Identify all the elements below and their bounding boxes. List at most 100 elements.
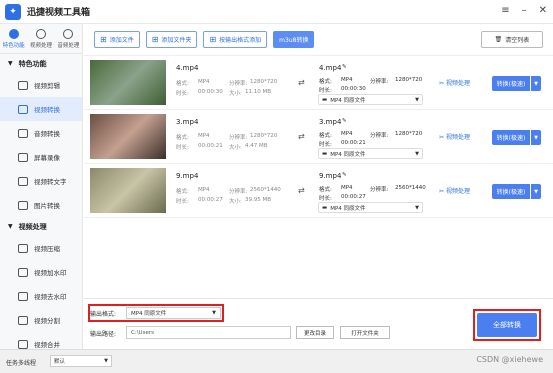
cut-icon (18, 80, 28, 90)
video-icon: ▬ (322, 150, 328, 157)
output-format-select[interactable]: ▬ MP4 同原文件 ▼ (318, 148, 423, 159)
select-value: MP4 同原文件 (330, 151, 366, 158)
tab-video[interactable]: 视频处理 (27, 24, 54, 53)
sidebar-item-label: 视频分割 (34, 317, 60, 325)
source-format-label: 格式: (176, 81, 189, 87)
sidebar-item-video-convert[interactable]: 视频转换 (0, 97, 82, 121)
source-filename: 3.mp4 (176, 118, 199, 126)
edit-icon[interactable]: ✎ (342, 118, 347, 124)
minimize-icon[interactable]: – (522, 5, 527, 16)
select-value: 默认 (54, 359, 66, 365)
section-title: 特色功能 (18, 59, 47, 68)
task-thread-select[interactable]: 默认 ▼ (50, 355, 112, 367)
sidebar: 特色功能 视频处理 音频处理 ▼ 特色功能 视频剪辑 视频转换 音频转换 屏幕录… (0, 24, 83, 349)
video-thumbnail[interactable] (90, 168, 166, 213)
sidebar-item-label: 视频转换 (34, 106, 60, 114)
video-process-link[interactable]: ✂ 视频处理 (439, 132, 470, 141)
section-video-processing[interactable]: ▼ 视频处理 (0, 217, 82, 236)
shuffle-icon: ⇄ (298, 186, 305, 195)
output-filename[interactable]: 9.mp4 (319, 172, 341, 180)
edit-icon[interactable]: ✎ (342, 64, 347, 70)
video-process-link[interactable]: ✂ 视频处理 (439, 78, 470, 87)
sidebar-item-image-convert[interactable]: 图片转换 (0, 193, 82, 217)
status-bar: 任务多线程 默认 ▼ CSDN @xiehewe (0, 349, 553, 373)
menu-icon[interactable]: ≡ (501, 5, 509, 16)
output-format: MP4 (341, 185, 353, 191)
output-format-select[interactable]: ▬ MP4 同原文件 ▼ (318, 94, 423, 105)
merge-icon (18, 339, 28, 349)
convert-button[interactable]: 转换(极速) (492, 76, 530, 91)
output-filename[interactable]: 4.mp4 (319, 64, 341, 72)
sidebar-item-add-watermark[interactable]: 视频加水印 (0, 260, 82, 284)
source-duration-label: 时长: (176, 199, 189, 205)
chevron-down-icon[interactable]: ▼ (531, 184, 541, 199)
convert-all-button[interactable]: 全部转换 (477, 313, 537, 337)
convert-button[interactable]: 转换(极速) (492, 184, 530, 199)
add-file-button[interactable]: ⊞ 添加文件 (94, 31, 140, 48)
output-resolution: 1280*720 (395, 131, 423, 137)
video-process-link[interactable]: ✂ 视频处理 (439, 186, 470, 195)
shuffle-icon: ⇄ (298, 132, 305, 141)
scissors-icon: ✂ (439, 188, 446, 195)
button-label: 按输出格式添加 (219, 37, 262, 44)
caret-down-icon: ▼ (8, 223, 13, 230)
source-resolution: 1280*720 (250, 79, 278, 85)
source-format: MP4 (198, 187, 210, 193)
record-icon (18, 152, 28, 162)
sidebar-item-label: 视频去水印 (34, 293, 67, 301)
sidebar-item-label: 视频合并 (34, 341, 60, 349)
convert-button[interactable]: 转换(极速) (492, 130, 530, 145)
add-by-format-button[interactable]: ⊞ 按输出格式添加 (203, 31, 268, 48)
m3u8-convert-button[interactable]: m3u8转换 (273, 31, 315, 48)
music-icon (18, 128, 28, 138)
chevron-down-icon: ▼ (104, 358, 108, 364)
open-folder-button[interactable]: 打开文件夹 (340, 326, 390, 339)
source-resolution-label: 分辨率: (229, 81, 248, 87)
chevron-down-icon[interactable]: ▼ (531, 130, 541, 145)
output-duration: 00:00:21 (341, 140, 366, 146)
edit-icon[interactable]: ✎ (342, 172, 347, 178)
sidebar-item-label: 视频加水印 (34, 269, 67, 277)
sidebar-item-video-split[interactable]: 视频分割 (0, 308, 82, 332)
button-label: m3u8转换 (279, 37, 309, 44)
change-directory-button[interactable]: 更改目录 (296, 326, 334, 339)
section-title: 视频处理 (18, 222, 47, 231)
source-format: MP4 (198, 79, 210, 85)
output-format-select[interactable]: ▬ MP4 同原文件 ▼ (318, 202, 423, 213)
app-title: 迅捷视频工具箱 (27, 8, 91, 18)
video-thumbnail[interactable] (90, 114, 166, 159)
sidebar-item-screen-record[interactable]: 屏幕录像 (0, 145, 82, 169)
toolbox-icon: ✦ (5, 3, 21, 20)
source-size: 4.47 MB (245, 143, 268, 149)
add-folder-button[interactable]: ⊞ 添加文件夹 (145, 31, 198, 48)
sidebar-item-video-to-text[interactable]: 视频转文字 (0, 169, 82, 193)
trash-icon: 🗑 (494, 36, 503, 43)
output-resolution: 1280*720 (395, 77, 423, 83)
source-size-label: 大小: (229, 145, 242, 151)
output-format: MP4 (341, 131, 353, 137)
sidebar-item-audio-convert[interactable]: 音频转换 (0, 121, 82, 145)
text-icon (18, 176, 28, 186)
watermark-icon (18, 267, 28, 277)
output-duration-label: 时长: (319, 196, 332, 202)
tab-feature[interactable]: 特色功能 (0, 24, 27, 53)
scissors-icon: ✂ (439, 80, 446, 87)
task-thread-label: 任务多线程 (6, 360, 37, 367)
video-thumbnail[interactable] (90, 60, 166, 105)
plus-icon: ⊞ (209, 35, 217, 44)
sidebar-item-video-edit[interactable]: 视频剪辑 (0, 73, 82, 97)
sidebar-item-video-compress[interactable]: 视频压缩 (0, 236, 82, 260)
sidebar-item-remove-watermark[interactable]: 视频去水印 (0, 284, 82, 308)
tab-audio[interactable]: 音频处理 (55, 24, 82, 53)
source-resolution: 1280*720 (250, 133, 278, 139)
output-path-label: 输出路径: (90, 331, 117, 338)
watermark-text: CSDN @xiehewe (476, 355, 543, 364)
output-duration: 00:00:30 (341, 86, 366, 92)
output-path-field[interactable]: C:\Users (126, 326, 291, 339)
clear-list-button[interactable]: 🗑 清空列表 (481, 31, 543, 48)
chevron-down-icon[interactable]: ▼ (531, 76, 541, 91)
close-icon[interactable]: ✕ (539, 5, 547, 16)
shuffle-icon: ⇄ (298, 78, 305, 87)
section-feature[interactable]: ▼ 特色功能 (0, 54, 82, 73)
output-filename[interactable]: 3.mp4 (319, 118, 341, 126)
